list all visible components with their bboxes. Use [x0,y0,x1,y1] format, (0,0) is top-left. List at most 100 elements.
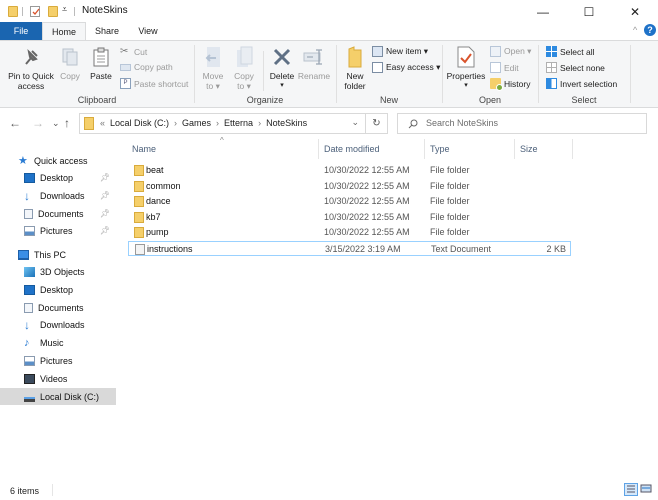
new-folder-quick-icon[interactable] [48,6,58,17]
nav-qa-desktop[interactable]: Desktop 📌︎ [0,169,116,186]
tab-home[interactable]: Home [42,22,86,40]
details-view-button[interactable] [624,483,638,496]
properties-quick-icon[interactable] [30,6,40,17]
copy-path-button[interactable]: Copy path [120,62,173,72]
breadcrumb-overflow[interactable]: « [100,118,105,128]
file-date-modified: 10/30/2022 12:55 AM [324,180,410,191]
file-date-modified: 10/30/2022 12:55 AM [324,227,410,237]
column-header-date[interactable]: Date modified [324,144,380,154]
pin-to-quick-access-button[interactable]: Pin to Quick access [4,45,58,91]
select-none-button[interactable]: Select none [546,62,605,73]
column-header-name[interactable]: Name [132,144,156,154]
pin-icon[interactable]: 📌︎ [100,209,110,218]
pin-icon[interactable]: 📌︎ [100,226,110,235]
tab-file[interactable]: File [0,22,42,40]
pin-icon[interactable]: 📌︎ [100,191,110,200]
copy-button[interactable]: Copy [58,45,82,81]
nav-qa-pictures[interactable]: Pictures 📌︎ [0,222,116,239]
details-view-icon [627,485,635,493]
clipboard-icon [90,45,112,69]
nav-qa-documents[interactable]: Documents 📌︎ [0,205,116,222]
divider [22,7,23,16]
nav-desktop[interactable]: Desktop [0,281,116,298]
file-row[interactable]: dance 10/30/2022 12:55 AM File folder [128,194,571,209]
nav-documents[interactable]: Documents [0,299,116,316]
nav-qa-downloads[interactable]: ↓ Downloads 📌︎ [0,187,116,204]
file-row[interactable]: kb7 10/30/2022 12:55 AM File folder [128,210,571,225]
file-type: File folder [430,165,470,175]
edit-button[interactable]: Edit [490,62,519,73]
easy-access-button[interactable]: Easy access ▾ [372,62,440,73]
new-item-button[interactable]: New item ▾ [372,46,428,57]
move-to-button[interactable]: Move to ▾ [200,45,226,91]
file-row[interactable]: pump 10/30/2022 12:55 AM File folder [128,225,571,240]
nav-local-disk[interactable]: Local Disk (C:) [0,388,116,405]
tab-view[interactable]: View [128,22,168,40]
pin-icon[interactable]: 📌︎ [100,173,110,182]
minimize-button[interactable]: — [520,0,566,23]
back-button[interactable]: ← [9,116,21,130]
new-folder-button[interactable]: New folder [340,45,370,91]
nav-this-pc[interactable]: This PC [0,246,116,263]
column-resize-handle[interactable] [424,139,425,159]
nav-3d-objects[interactable]: 3D Objects [0,263,116,280]
column-resize-handle[interactable] [572,139,573,159]
paste-shortcut-button[interactable]: P Paste shortcut [120,78,188,89]
tab-share[interactable]: Share [88,22,126,40]
close-button[interactable]: ✕ [612,0,658,23]
column-resize-handle[interactable] [318,139,319,159]
file-row[interactable]: instructions 3/15/2022 3:19 AM Text Docume… [128,240,571,256]
file-row[interactable]: common 10/30/2022 12:55 AM File folder [128,179,571,194]
invert-selection-button[interactable]: Invert selection [546,78,617,89]
breadcrumb-noteskins[interactable]: NoteSkins [266,118,307,128]
collapse-ribbon-icon[interactable]: ^ [633,25,637,35]
delete-button[interactable]: Delete ▾ [267,45,297,91]
search-box[interactable]: Search NoteSkins [397,113,647,134]
breadcrumb-games[interactable]: Games [182,118,211,128]
group-label-new: New [379,95,398,105]
breadcrumb-local-disk[interactable]: Local Disk (C:) [110,118,169,128]
invert-selection-icon [546,78,557,89]
column-header-type[interactable]: Type [430,144,450,154]
chevron-right-icon[interactable]: › [174,118,177,128]
copy-to-icon [233,45,255,69]
pictures-icon [24,355,35,366]
recent-locations-button[interactable]: ⌄ [52,118,60,129]
column-resize-handle[interactable] [514,139,515,159]
delete-x-icon [271,45,293,69]
search-input[interactable]: Search NoteSkins [426,118,498,128]
title-bar: ⩡ NoteSkins — ☐ ✕ [0,0,658,23]
cut-button[interactable]: ✂ Cut [120,46,147,57]
nav-videos[interactable]: Videos [0,370,116,387]
history-button[interactable]: History [490,78,530,91]
help-icon[interactable]: ? [644,24,656,36]
breadcrumb-etterna[interactable]: Etterna [224,118,253,128]
column-header-size[interactable]: Size [520,144,538,154]
properties-button[interactable]: Properties ▾ [445,45,487,91]
move-to-icon [202,45,224,69]
nav-pictures[interactable]: Pictures [0,352,116,369]
address-dropdown-button[interactable]: ⌄ [351,117,359,128]
nav-music[interactable]: ♪ Music [0,334,116,351]
copy-to-button[interactable]: Copy to ▾ [231,45,257,91]
up-button[interactable]: ↑ [64,116,70,130]
maximize-button[interactable]: ☐ [566,0,612,23]
select-all-button[interactable]: Select all [546,46,595,57]
folder-icon [84,117,94,130]
rename-button[interactable]: Rename [297,45,331,81]
large-icons-view-button[interactable] [640,483,654,496]
nav-downloads[interactable]: ↓ Downloads [0,316,116,333]
group-label-select: Select [571,95,597,105]
open-button[interactable]: Open ▾ [490,46,531,57]
chevron-right-icon[interactable]: › [216,118,219,128]
paste-button[interactable]: Paste [88,45,114,81]
forward-button[interactable]: → [32,116,44,130]
address-bar[interactable]: « Local Disk (C:) › Games › Etterna › No… [79,113,366,134]
chevron-right-icon[interactable]: › [258,118,261,128]
file-row[interactable]: beat 10/30/2022 12:55 AM File folder [128,163,571,178]
nav-quick-access[interactable]: ★ Quick access [0,152,116,169]
refresh-button[interactable]: ↻ [366,113,388,134]
file-type: File folder [430,227,470,237]
file-name: kb7 [146,211,161,222]
customize-quick-access-icon[interactable]: ⩡ [62,4,67,15]
